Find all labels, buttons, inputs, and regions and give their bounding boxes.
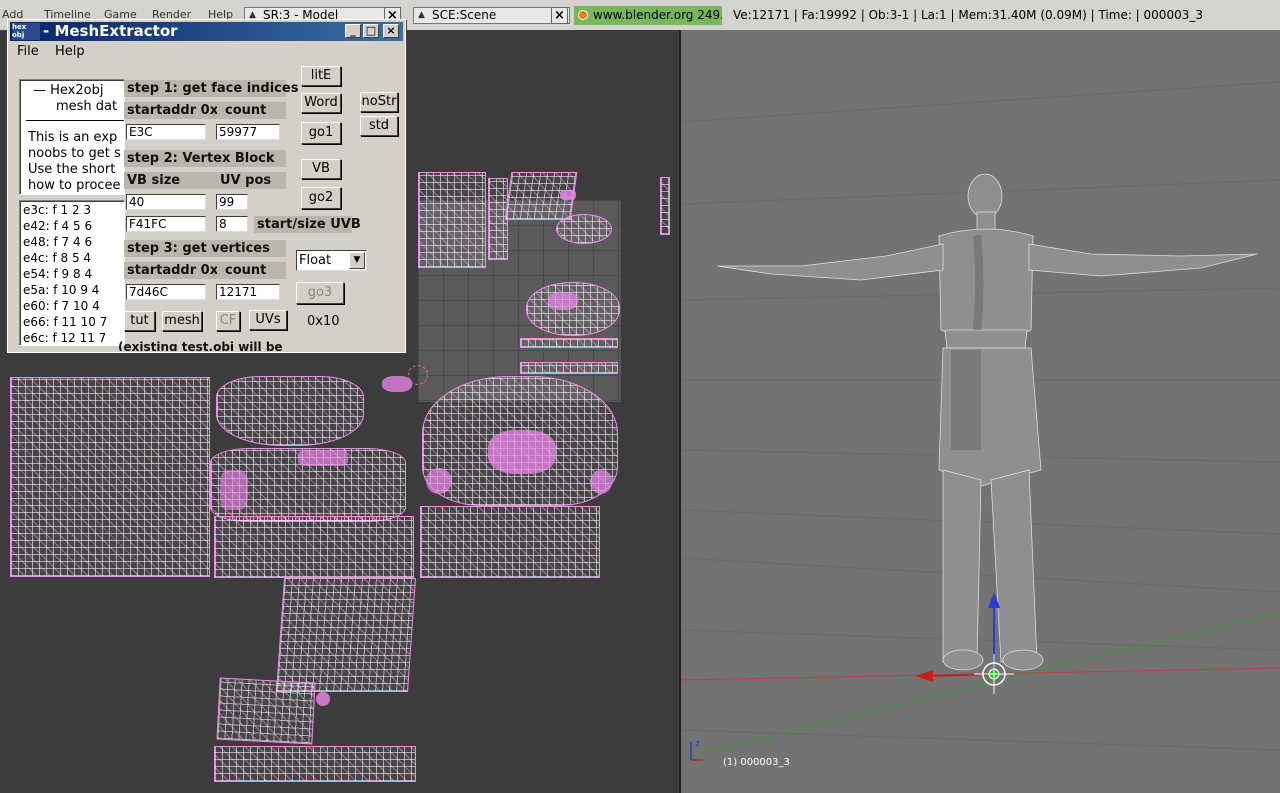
uv-island — [418, 172, 486, 268]
list-item: e60: f 7 10 4 — [23, 299, 100, 313]
uv-island — [520, 338, 618, 348]
uv-island — [556, 214, 612, 244]
3d-viewport[interactable]: z (1) 000003_3 — [681, 30, 1280, 793]
uv-selected-faces — [220, 470, 248, 510]
step1-header: step 1: get face indices — [124, 80, 298, 97]
mesh-button[interactable]: mesh — [162, 311, 202, 331]
vb-size-label: VB size — [124, 172, 217, 189]
list-item: e6c: f 12 11 7 — [23, 331, 107, 345]
viewport-object-label: (1) 000003_3 — [723, 757, 790, 768]
uvb-size-input[interactable]: 8 — [216, 216, 248, 232]
updown-arrow-icon: ▲ — [418, 10, 425, 20]
close-icon[interactable]: × — [383, 24, 399, 38]
step3-header: step 3: get vertices — [124, 240, 286, 257]
uv-island — [214, 516, 414, 578]
info-divider — [26, 120, 124, 121]
hex2obj-app-icon: hex obj — [12, 23, 40, 40]
scene-delete-button[interactable]: × — [551, 7, 568, 24]
format-select[interactable]: Float ▼ — [296, 250, 367, 271]
tut-button[interactable]: tut — [124, 311, 155, 331]
dropdown-arrow-icon: ▼ — [349, 252, 365, 269]
lite-button[interactable]: litE — [301, 66, 341, 86]
std-button[interactable]: std — [360, 116, 398, 136]
info-text-box[interactable]: — Hex2obj mesh dat This is an exp noobs … — [19, 79, 125, 195]
maximize-icon[interactable]: □ — [363, 24, 379, 38]
uv-selected-faces — [298, 450, 348, 466]
go1-button[interactable]: go1 — [301, 122, 341, 144]
scene-stats: Ve:12171 | Fa:19992 | Ob:3-1 | La:1 | Me… — [733, 8, 1203, 22]
viewport-scene: z — [681, 81, 1280, 761]
cf-button[interactable]: CF — [216, 311, 240, 331]
website-link[interactable]: www.blender.org 249.2 — [574, 6, 722, 25]
uv-selected-faces — [548, 292, 578, 310]
blender-logo-icon — [578, 10, 588, 20]
list-item: e66: f 11 10 7 — [23, 315, 108, 329]
list-item: e5a: f 10 9 4 — [23, 283, 100, 297]
face-list-box[interactable]: e3c: f 1 2 3 e42: f 4 5 6 e48: f 7 4 6 e… — [19, 200, 125, 346]
uv-selected-faces — [316, 692, 330, 706]
svg-text:z: z — [695, 739, 700, 749]
meshextractor-window: hex obj - MeshExtractor _ □ × File Help … — [7, 19, 406, 353]
uv-island — [520, 362, 618, 374]
cursor-2d-icon — [408, 365, 428, 385]
list-item: e48: f 7 4 6 — [23, 235, 93, 249]
uv-pos-label: UV pos — [217, 172, 286, 189]
menu-file[interactable]: File — [17, 44, 39, 59]
uv-selected-faces — [590, 470, 612, 494]
go2-button[interactable]: go2 — [301, 187, 341, 209]
uv-island — [10, 377, 210, 577]
uv-selected-faces — [382, 376, 412, 392]
startaddr-label: startaddr 0x — [124, 102, 218, 119]
step2-header: step 2: Vertex Block — [124, 150, 286, 167]
uv-island — [526, 282, 620, 336]
word-button[interactable]: Word — [301, 93, 341, 113]
face-startaddr-input[interactable]: E3C — [126, 124, 206, 140]
overwrite-warning: (existing test.obj will be overwritten!) — [118, 340, 283, 351]
uv-selected-faces — [488, 430, 556, 474]
nostr-button[interactable]: noStr — [360, 92, 398, 112]
uv-selected-faces — [426, 468, 452, 494]
window-title: - MeshExtractor — [43, 22, 178, 40]
uv-island — [660, 177, 670, 235]
vertex-count-input[interactable]: 12171 — [216, 284, 280, 300]
uv-island — [276, 578, 416, 692]
uv-island — [216, 677, 316, 745]
minimize-icon[interactable]: _ — [345, 24, 361, 38]
uv-island — [214, 746, 416, 782]
list-item: e4c: f 8 5 4 — [23, 251, 92, 265]
uvb-label: start/size UVB — [254, 216, 361, 233]
uv-island — [420, 506, 600, 578]
window-title-bar[interactable]: hex obj - MeshExtractor _ □ × — [10, 22, 403, 41]
hex-0x10-label[interactable]: 0x10 — [307, 314, 340, 329]
list-item: e54: f 9 8 4 — [23, 267, 93, 281]
scene-select[interactable]: ▲ SCE:Scene — [413, 7, 570, 24]
vertex-startaddr-label: startaddr 0x — [124, 262, 218, 279]
uv-pos-input[interactable]: 99 — [216, 194, 248, 210]
window-menu-bar: File Help — [8, 42, 405, 62]
list-item: e42: f 4 5 6 — [23, 219, 93, 233]
uv-island — [216, 376, 364, 446]
menu-help[interactable]: Help — [55, 44, 85, 59]
uv-selected-faces — [560, 190, 576, 200]
face-count-input[interactable]: 59977 — [216, 124, 280, 140]
go3-button[interactable]: go3 — [296, 282, 344, 304]
vb-size-input[interactable]: 40 — [126, 194, 206, 210]
vertex-count-label: count — [217, 262, 286, 279]
uvb-start-input[interactable]: F41FC — [126, 216, 206, 232]
character-mesh — [716, 173, 1258, 671]
list-item: e3c: f 1 2 3 — [23, 203, 92, 217]
vb-button[interactable]: VB — [301, 159, 341, 179]
uvs-button[interactable]: UVs — [249, 310, 287, 330]
vertex-startaddr-input[interactable]: 7d46C — [126, 284, 206, 300]
count-label: count — [217, 102, 286, 119]
